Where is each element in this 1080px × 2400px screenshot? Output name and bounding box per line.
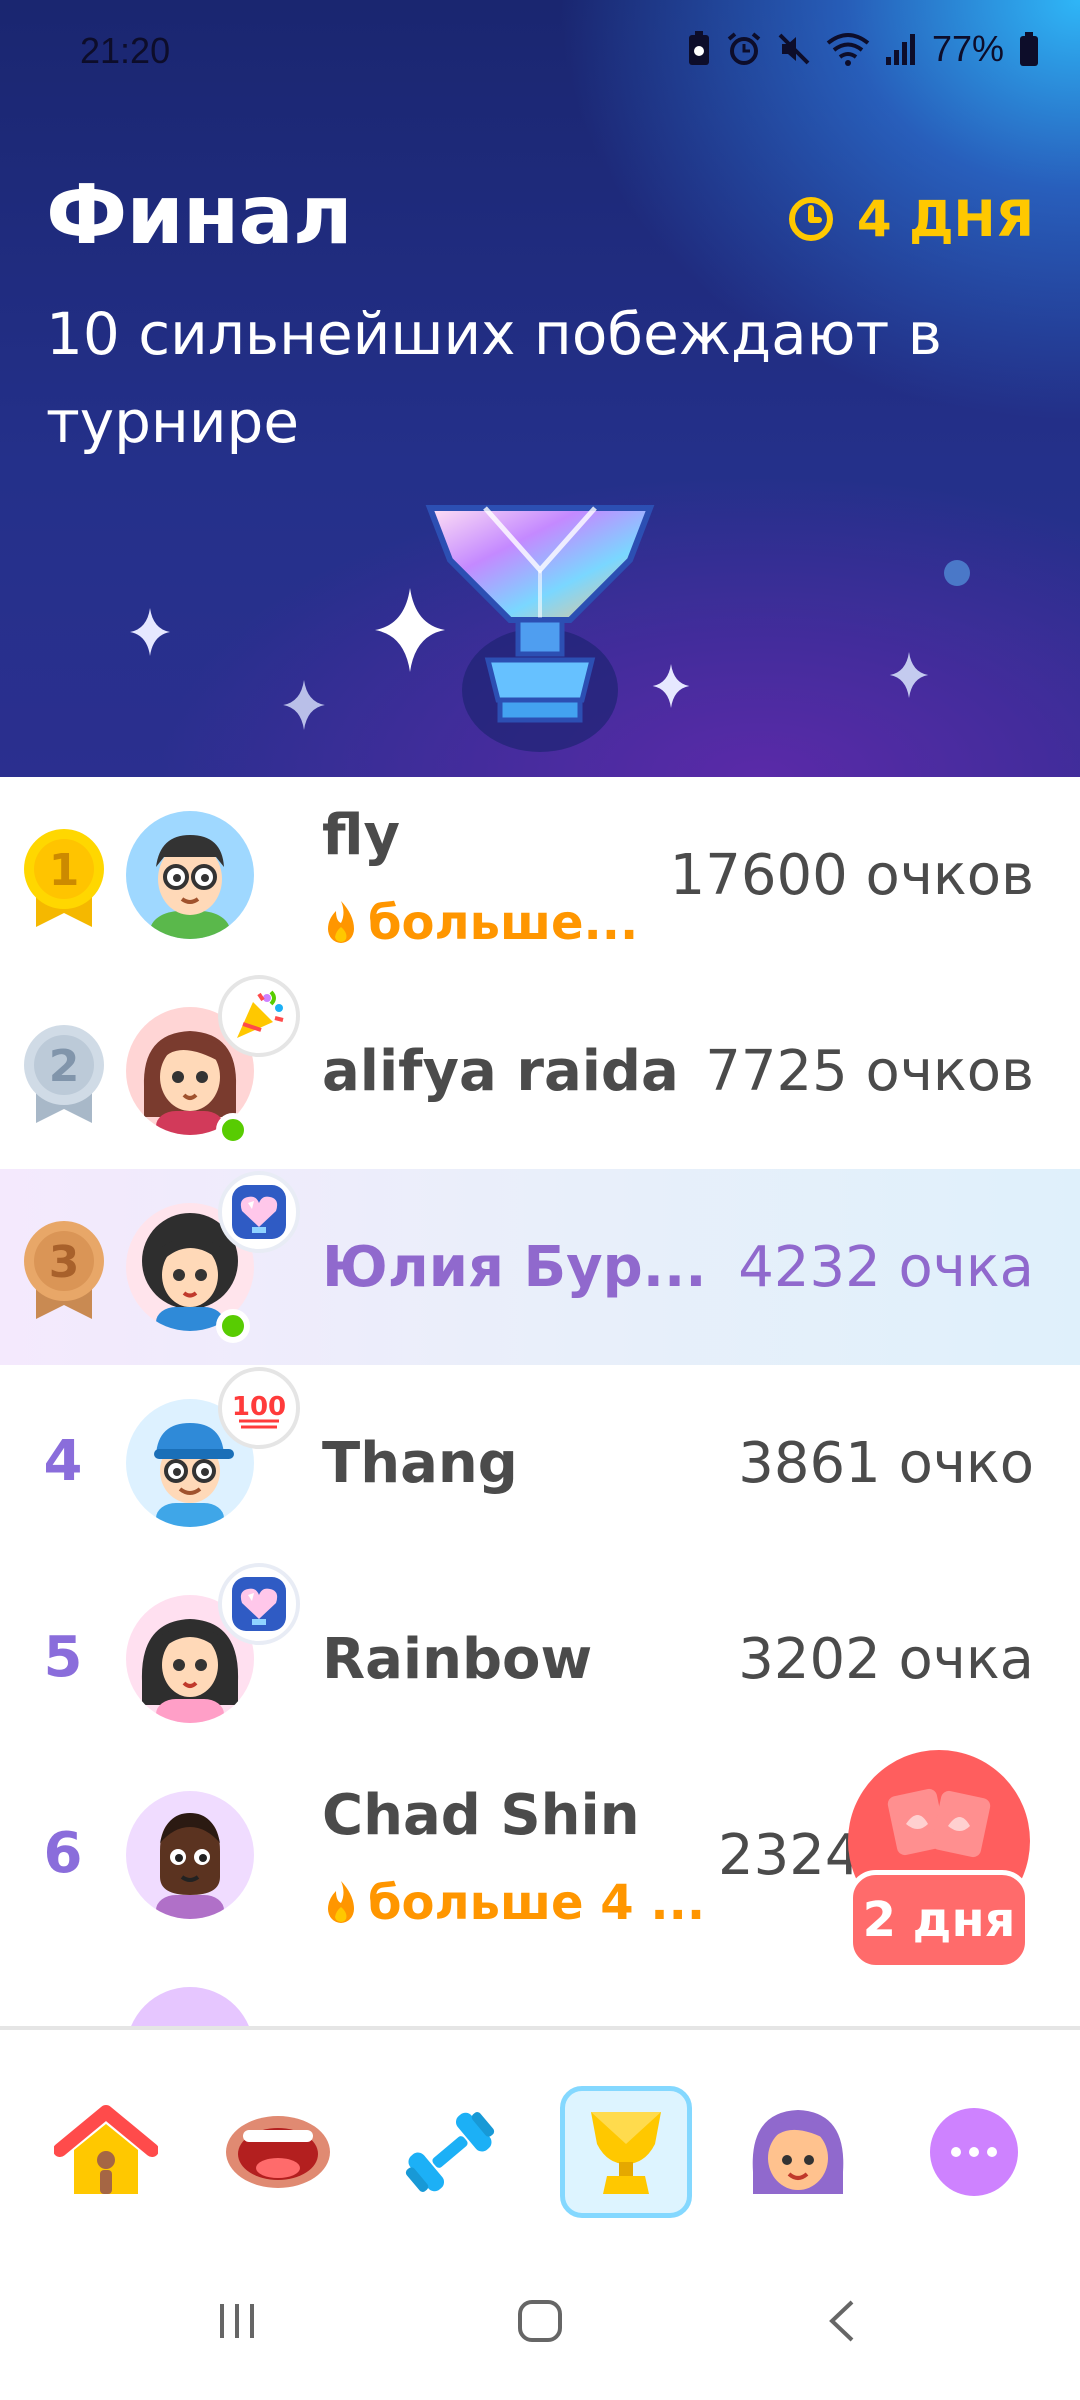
system-nav-bar [0,2256,1080,2400]
back-icon[interactable] [822,2296,862,2346]
leaderboard-row-4[interactable]: 4 100 Thang 3861 очко [0,1365,1080,1561]
user-name: alifya raida [322,1039,679,1104]
rank-number: 6 [43,1821,83,1886]
streak-label: больше... [322,895,638,951]
home-icon [54,2105,158,2194]
user-score: 3861 очко [738,1431,1034,1496]
signal-icon [885,34,915,65]
heart-gem-icon [232,1185,286,1239]
user-score: 17600 очков [669,843,1034,908]
svg-text:3: 3 [49,1237,80,1288]
dumbbell-icon [405,2112,495,2192]
bronze-medal-icon: 3 [24,1221,104,1319]
user-score: 3202 очка [738,1627,1034,1692]
profile-avatar-icon [752,2110,844,2194]
rank-number: 4 [43,1429,83,1494]
online-indicator [216,1309,250,1343]
rank-number: 5 [43,1625,83,1690]
nav-practice[interactable] [384,2086,516,2218]
nav-home[interactable] [40,2086,172,2218]
clock-icon [788,197,833,241]
nav-leaderboard[interactable] [560,2086,692,2218]
status-icons: 77% [686,28,1040,70]
user-score: 2324 [718,1823,861,1888]
home-button-icon[interactable] [514,2296,566,2346]
league-timer: 4 ДНЯ [787,190,1034,248]
leaderboard-row-1[interactable]: 1 fly больше... 17600 очков [0,777,1080,973]
user-score: 7725 очков [705,1039,1034,1104]
user-name: Chad Shin [322,1783,640,1848]
sparkle-icon [889,652,929,698]
mute-icon [778,33,810,65]
status-bar: 21:20 77% [0,0,1080,100]
badge [218,975,300,1057]
user-score: 4232 очка [738,1235,1034,1300]
user-name: fly [322,803,401,868]
wifi-icon [826,33,870,66]
nav-more[interactable] [908,2086,1040,2218]
leaderboard-row-5[interactable]: 5 Rainbow 3202 очка [0,1561,1080,1757]
battery-icon [1020,32,1038,66]
diamond-trophy-icon [425,505,655,752]
svg-text:1: 1 [49,845,80,896]
fire-icon [328,901,354,943]
recent-apps-icon[interactable] [212,2296,262,2346]
sparkle-icon [283,680,325,730]
league-header: 21:20 77% Финал 4 ДНЯ 10 сильнейших побе… [0,0,1080,777]
streak-text: больше... [368,895,639,951]
timer-text: 4 ДНЯ [856,190,1034,248]
leaderboard-row-2[interactable]: 2 alifya raida 7725 очков [0,973,1080,1169]
page-title: Финал [46,168,353,263]
avatar[interactable] [126,1987,254,2027]
status-time: 21:20 [80,30,171,71]
streak-text: больше 4 ... [368,1875,706,1931]
badge [218,1563,300,1645]
badge: 100 [218,1367,300,1449]
user-name: Rainbow [322,1627,593,1692]
badge [218,1171,300,1253]
dot-decoration [944,560,970,586]
battery-percent: 77% [931,28,1004,69]
chest-timer-badge[interactable]: 2 дня [848,1870,1030,1970]
leaderboard-row-3-current-user[interactable]: 3 Юлия Бур... 4232 очка [0,1169,1080,1365]
alarm-icon [727,32,761,65]
nav-profile[interactable] [732,2086,864,2218]
svg-text:100: 100 [232,1392,286,1422]
avatar[interactable] [126,1791,254,1919]
silver-medal-icon: 2 [24,1025,104,1123]
avatar-dark-skin-boy [156,1813,224,1919]
sparkle-icon [130,608,170,656]
svg-text:2: 2 [49,1041,80,1092]
fire-icon [328,1881,354,1923]
gold-medal-icon: 1 [24,829,104,927]
nav-speak[interactable] [212,2086,344,2218]
leaderboard-trophy-icon [591,2112,661,2194]
user-name: Юлия Бур... [322,1235,707,1300]
hundred-icon: 100 [232,1392,286,1429]
heart-gem-icon [232,1577,286,1631]
bottom-nav [0,2026,1080,2256]
speak-mouth-icon [226,2116,330,2188]
page-subtitle: 10 сильнейших побеждают в турнире [46,300,942,456]
streak-label: больше 4 ... [322,1875,705,1931]
battery-saver-icon [688,31,709,65]
more-icon [930,2108,1018,2196]
avatar-glasses-boy [150,835,230,939]
online-indicator [216,1113,250,1147]
user-name: Thang [322,1431,518,1496]
party-popper-icon [237,990,284,1038]
avatar[interactable] [126,811,254,939]
